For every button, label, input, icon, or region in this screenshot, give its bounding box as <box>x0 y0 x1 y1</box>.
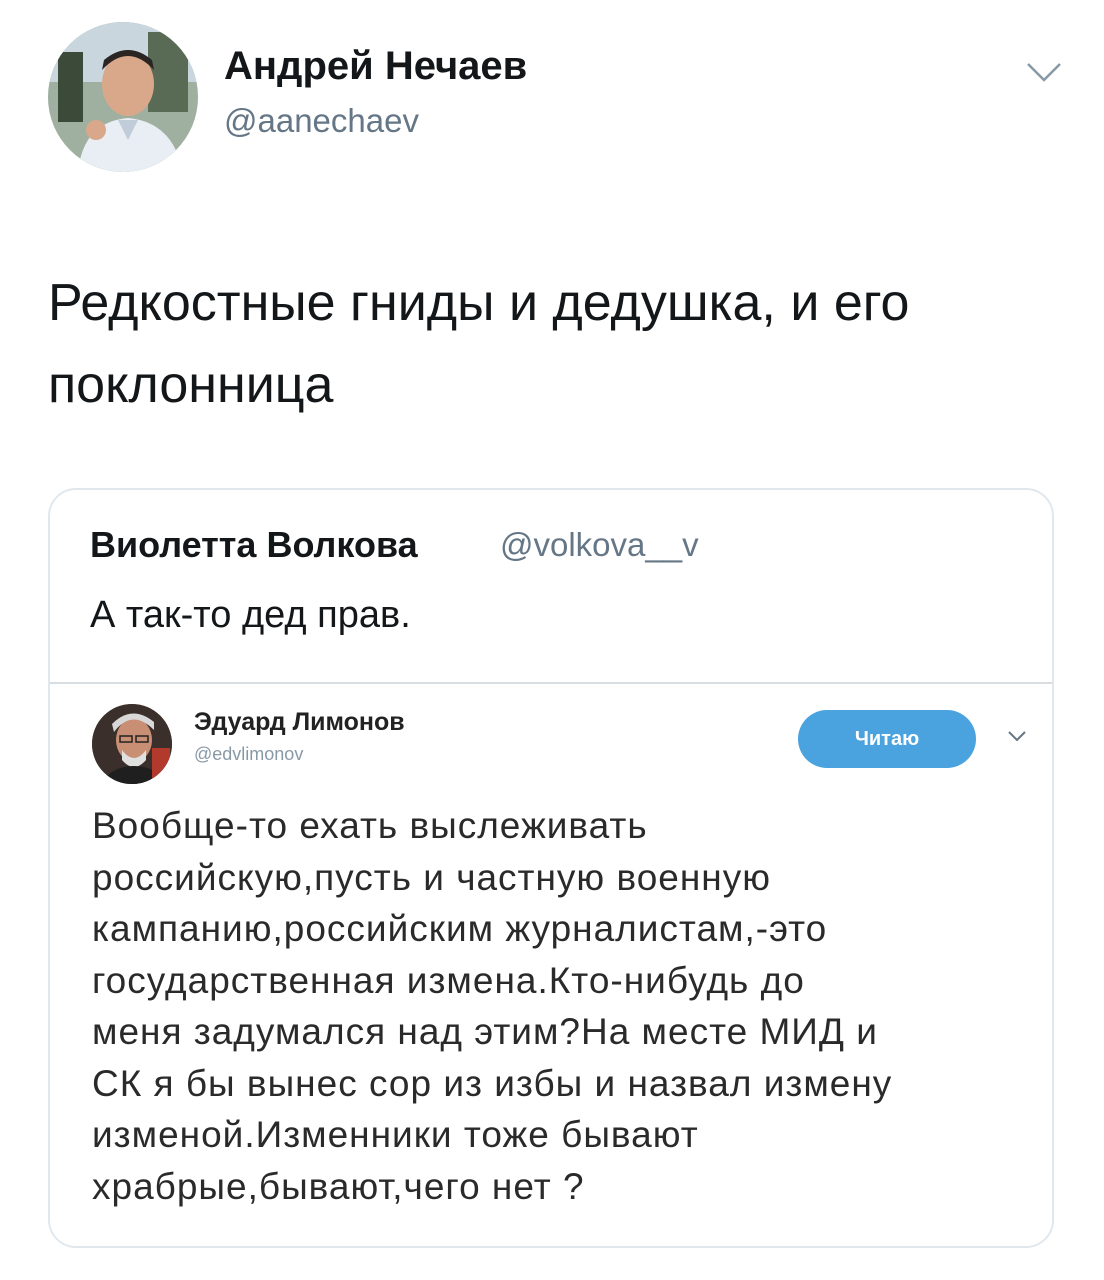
embedded-text-line: меня задумался над этим?На месте МИД и <box>92 1011 878 1052</box>
quoted-author-name: Виолетта Волкова <box>90 524 418 565</box>
embedded-text-line: российскую,пусть и частную военную <box>92 856 771 898</box>
embedded-text-line: изменой.Изменники тоже бывают <box>92 1114 699 1155</box>
tweet-text: Редкостные гниды и дедушка, и его поклон… <box>48 262 1068 426</box>
chevron-down-icon[interactable] <box>1024 58 1064 86</box>
embedded-avatar-photo <box>92 704 172 784</box>
embedded-author-handle: @edvlimonov <box>194 744 304 764</box>
author-handle[interactable]: @aanechaev <box>224 102 419 140</box>
quoted-tweet-text: А так-то дед прав. <box>90 594 411 636</box>
tweet-text-line: поклонница <box>48 356 334 414</box>
quoted-tweet[interactable]: Виолетта Волкова @volkova__v А так-то де… <box>48 488 1054 1248</box>
embedded-text-line: храбрые,бывают,чего нет ? <box>92 1165 585 1207</box>
author-name[interactable]: Андрей Нечаев <box>224 44 527 89</box>
embedded-author-avatar <box>92 704 172 784</box>
avatar-photo <box>48 22 198 172</box>
tweet-text-line: Редкостные гниды и дедушка, и его <box>48 274 910 332</box>
embedded-text-line: государственная измена.Кто-нибудь до <box>92 959 805 1001</box>
embedded-text-line: Вообще-то ехать выслеживать <box>92 805 648 846</box>
following-button[interactable]: Читаю <box>798 710 976 768</box>
embedded-text-line: СК я бы вынес сор из избы и назвал измен… <box>92 1062 893 1104</box>
author-avatar[interactable] <box>48 22 198 172</box>
embedded-tweet-text: Вообще-то ехать выслеживать российскую,п… <box>92 800 1042 1212</box>
embedded-tweet-image[interactable]: Эдуард Лимонов @edvlimonov Читаю Вообще-… <box>50 682 1052 1246</box>
quoted-author-handle: @volkova__v <box>500 526 699 563</box>
embedded-author-name: Эдуард Лимонов <box>194 708 405 736</box>
embedded-text-line: кампанию,российским журналистам,-это <box>92 908 828 949</box>
chevron-down-icon[interactable] <box>1006 728 1028 744</box>
